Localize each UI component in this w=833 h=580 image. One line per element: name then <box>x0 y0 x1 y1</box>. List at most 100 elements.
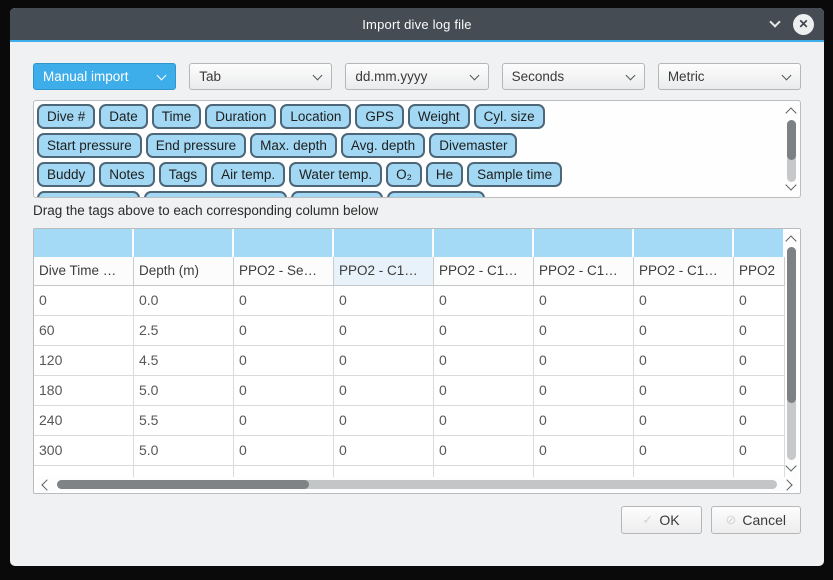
table-cell: 180 <box>34 376 134 406</box>
scroll-down-icon[interactable] <box>785 179 796 190</box>
tag-max-depth[interactable]: Max. depth <box>250 133 337 158</box>
time-format-select[interactable]: Seconds <box>502 63 645 90</box>
tag-o[interactable]: O₂ <box>386 162 422 187</box>
cancel-circle-icon: ⊘ <box>726 512 737 528</box>
table-vertical-scrollbar[interactable] <box>785 231 799 476</box>
table-cell: 0 <box>334 346 434 376</box>
table-cell: 0 <box>634 316 734 346</box>
format-select-value: Manual import <box>43 69 129 84</box>
tag-row: Sample depth Sample temperature Sample pO₂… <box>37 191 783 197</box>
table-row: 1805.0000000 <box>34 376 785 406</box>
column-header-row: Dive Time …Depth (m)PPO2 - Se…PPO2 - C1…… <box>34 257 785 286</box>
drop-target-cell[interactable] <box>34 229 134 257</box>
tags-vertical-scrollbar[interactable] <box>785 103 798 195</box>
ok-button[interactable]: ✓ OK <box>621 506 702 534</box>
table-horizontal-scrollbar[interactable] <box>36 477 798 492</box>
chevron-down-icon <box>782 70 792 80</box>
tag-location[interactable]: Location <box>280 104 351 129</box>
titlebar[interactable]: Import dive log file ✕ <box>10 8 824 42</box>
tag-gps[interactable]: GPS <box>355 104 404 129</box>
column-header: PPO2 - C1… <box>634 257 734 286</box>
cancel-button[interactable]: ⊘ Cancel <box>711 506 802 534</box>
scroll-up-icon[interactable] <box>785 235 796 246</box>
column-drop-row <box>34 229 785 257</box>
tag-buddy[interactable]: Buddy <box>37 162 95 187</box>
tag-divemaster[interactable]: Divemaster <box>429 133 517 158</box>
table-cell: 0 <box>634 286 734 316</box>
tag-tags[interactable]: Tags <box>159 162 208 187</box>
drop-target-cell[interactable] <box>234 229 334 257</box>
tag-cyl-size[interactable]: Cyl. size <box>474 104 545 129</box>
scroll-left-icon[interactable] <box>41 479 52 490</box>
tag-row: BuddyNotesTagsAir temp.Water temp.O₂HeSa… <box>37 162 783 187</box>
scroll-up-icon[interactable] <box>785 107 796 118</box>
drop-target-cell[interactable] <box>134 229 234 257</box>
tag-start-pressure[interactable]: Start pressure <box>37 133 142 158</box>
drop-target-cell[interactable] <box>434 229 534 257</box>
table-cell: 5.0 <box>134 376 234 406</box>
tag-duration[interactable]: Duration <box>205 104 276 129</box>
tag-weight[interactable]: Weight <box>408 104 470 129</box>
tag-water-temp[interactable]: Water temp. <box>289 162 382 187</box>
table-cell: 0 <box>434 436 534 466</box>
table-cell <box>134 466 234 477</box>
table-cell: 0 <box>334 436 434 466</box>
cancel-button-label: Cancel <box>742 512 786 528</box>
tag-air-temp[interactable]: Air temp. <box>211 162 285 187</box>
tags-panel-content: Dive #DateTimeDurationLocationGPSWeightC… <box>37 104 783 197</box>
tag-end-pressure[interactable]: End pressure <box>146 133 246 158</box>
tag-date[interactable]: Date <box>99 104 148 129</box>
table-cell <box>234 466 334 477</box>
drop-target-cell[interactable] <box>634 229 734 257</box>
table-cell: 0 <box>534 316 634 346</box>
field-separator-value: Tab <box>199 69 221 84</box>
table-row: 2405.5000000 <box>34 406 785 436</box>
tag-dive[interactable]: Dive # <box>37 104 95 129</box>
tag-avg-depth[interactable]: Avg. depth <box>341 133 425 158</box>
table-cell: 0 <box>334 316 434 346</box>
tags-scrollbar-thumb[interactable] <box>787 120 796 160</box>
scroll-right-icon[interactable] <box>781 479 792 490</box>
dialog-buttons: ✓ OK ⊘ Cancel <box>33 506 801 534</box>
table-cell: 0 <box>434 406 534 436</box>
table-cell: 0 <box>434 376 534 406</box>
drop-target-cell[interactable] <box>534 229 634 257</box>
table-cell: 240 <box>34 406 134 436</box>
tag-notes[interactable]: Notes <box>99 162 154 187</box>
units-select[interactable]: Metric <box>658 63 801 90</box>
field-separator-select[interactable]: Tab <box>189 63 332 90</box>
date-format-value: dd.mm.yyyy <box>355 69 427 84</box>
table-cell: 0 <box>734 286 785 316</box>
table-cell: 0 <box>734 436 785 466</box>
table-cell: 0 <box>534 376 634 406</box>
time-format-value: Seconds <box>512 69 565 84</box>
tag-sample-po[interactable]: Sample pO₂ <box>291 191 384 197</box>
close-icon[interactable]: ✕ <box>793 14 814 35</box>
drop-target-cell[interactable] <box>334 229 434 257</box>
tag-he[interactable]: He <box>426 162 463 187</box>
tag-row: Start pressureEnd pressureMax. depthAvg.… <box>37 133 783 158</box>
drop-target-cell[interactable] <box>734 229 785 257</box>
table-cell: 0 <box>534 406 634 436</box>
table-cell <box>534 466 634 477</box>
scroll-down-icon[interactable] <box>785 460 796 471</box>
instruction-label: Drag the tags above to each correspondin… <box>33 203 801 218</box>
table-cell: 120 <box>34 346 134 376</box>
date-format-select[interactable]: dd.mm.yyyy <box>345 63 488 90</box>
tag-sample-temperature[interactable]: Sample temperature <box>144 191 286 197</box>
table-row: 1204.5000000 <box>34 346 785 376</box>
table-cell: 0 <box>434 346 534 376</box>
tag-sample-time[interactable]: Sample time <box>467 162 562 187</box>
shade-window-icon[interactable] <box>769 16 780 27</box>
table-cell: 0 <box>234 316 334 346</box>
table-cell: 0 <box>534 346 634 376</box>
tag-time[interactable]: Time <box>152 104 202 129</box>
tag-sample-depth[interactable]: Sample depth <box>37 191 140 197</box>
table-hscrollbar-track[interactable] <box>57 480 777 489</box>
table-vscrollbar-thumb[interactable] <box>787 247 796 403</box>
import-options-row: Manual import Tab dd.mm.yyyy Seconds Met… <box>33 63 801 90</box>
table-hscrollbar-thumb[interactable] <box>57 480 309 489</box>
format-select[interactable]: Manual import <box>33 63 176 90</box>
table-cell: 0.0 <box>134 286 234 316</box>
tag-sample-cns[interactable]: Sample CNS <box>387 191 485 197</box>
